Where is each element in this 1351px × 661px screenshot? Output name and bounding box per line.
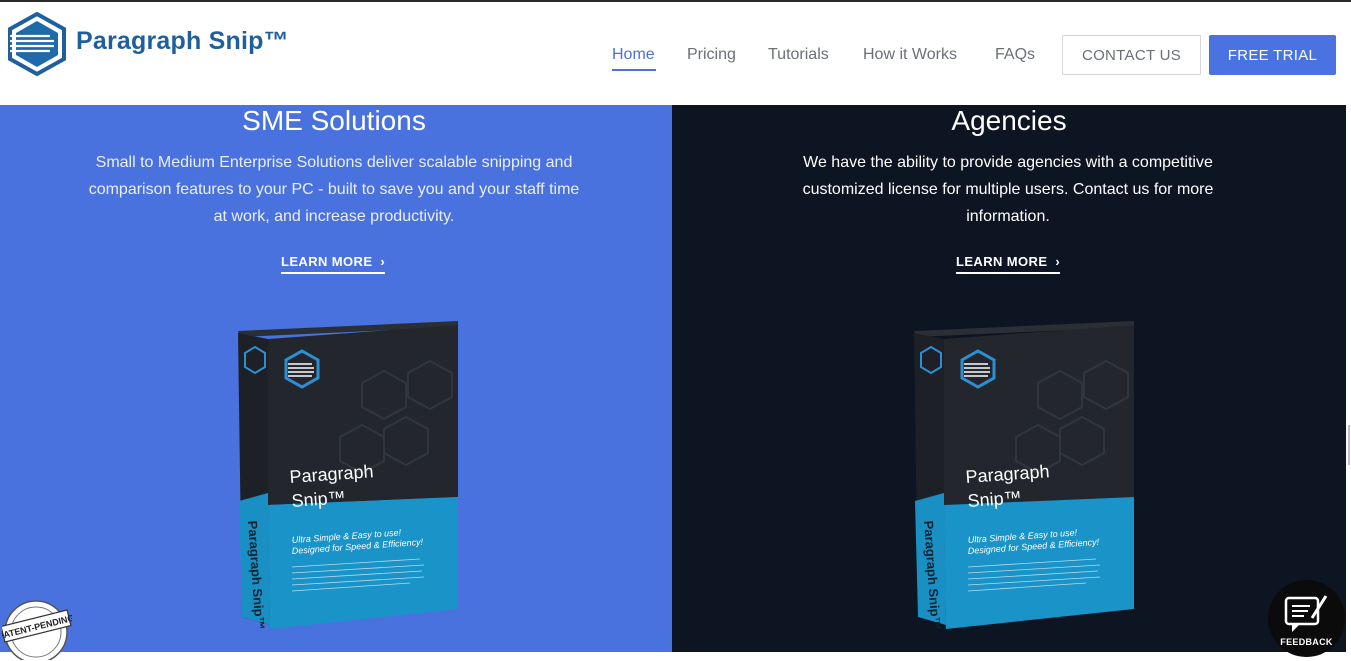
contact-us-button[interactable]: CONTACT US xyxy=(1062,35,1201,75)
feedback-button[interactable]: FEEDBACK xyxy=(1268,580,1345,657)
scrollbar-thumb[interactable] xyxy=(1348,425,1350,465)
agencies-description: We have the ability to provide agencies … xyxy=(802,154,1214,225)
agencies-learn-more-link[interactable]: LEARN MORE › xyxy=(956,254,1061,274)
product-box-image: Paragraph Snip™ Ultra Simple & Easy to u… xyxy=(234,321,474,638)
sme-description: Small to Medium Enterprise Solutions del… xyxy=(88,154,580,225)
agencies-learn-more-label: LEARN MORE xyxy=(956,254,1048,269)
nav-how-it-works[interactable]: How it Works xyxy=(863,46,957,64)
free-trial-button[interactable]: FREE TRIAL xyxy=(1209,35,1336,75)
agencies-title: Agencies xyxy=(951,105,1067,136)
sme-learn-more-label: LEARN MORE xyxy=(281,254,373,269)
chevron-right-icon: › xyxy=(380,254,386,269)
sme-solutions-section: SME Solutions Small to Medium Enterprise… xyxy=(0,105,672,652)
sme-learn-more-link[interactable]: LEARN MORE › xyxy=(281,254,386,274)
patent-seal-icon: PATENT-PENDING xyxy=(0,598,75,661)
box-name-line2: Snip™ xyxy=(291,487,346,511)
chevron-right-icon: › xyxy=(1055,254,1061,269)
product-box-image: Paragraph Snip™ Ultra Simple & Easy to u… xyxy=(910,321,1150,638)
feedback-icon xyxy=(1284,595,1328,632)
nav-faqs[interactable]: FAQs xyxy=(995,46,1035,64)
scrollbar-track[interactable] xyxy=(1346,2,1351,661)
site-header: Paragraph Snip™ Home Pricing Tutorials H… xyxy=(0,2,1346,105)
agencies-section: Agencies We have the ability to provide … xyxy=(672,105,1346,652)
product-box-illustration: Paragraph Snip™ Ultra Simple & Easy to u… xyxy=(914,321,1134,630)
page-bottom-edge xyxy=(0,652,1351,661)
main-nav: Home Pricing Tutorials How it Works FAQs… xyxy=(0,2,1346,105)
product-box-illustration: Paragraph Snip™ Ultra Simple & Easy to u… xyxy=(238,321,458,630)
feedback-label: FEEDBACK xyxy=(1280,637,1333,647)
sme-title: SME Solutions xyxy=(242,105,426,136)
nav-active-underline xyxy=(612,69,656,71)
nav-home[interactable]: Home xyxy=(612,46,655,64)
box-name-line2: Snip™ xyxy=(967,487,1022,511)
nav-tutorials[interactable]: Tutorials xyxy=(768,46,829,64)
nav-pricing[interactable]: Pricing xyxy=(687,46,736,64)
